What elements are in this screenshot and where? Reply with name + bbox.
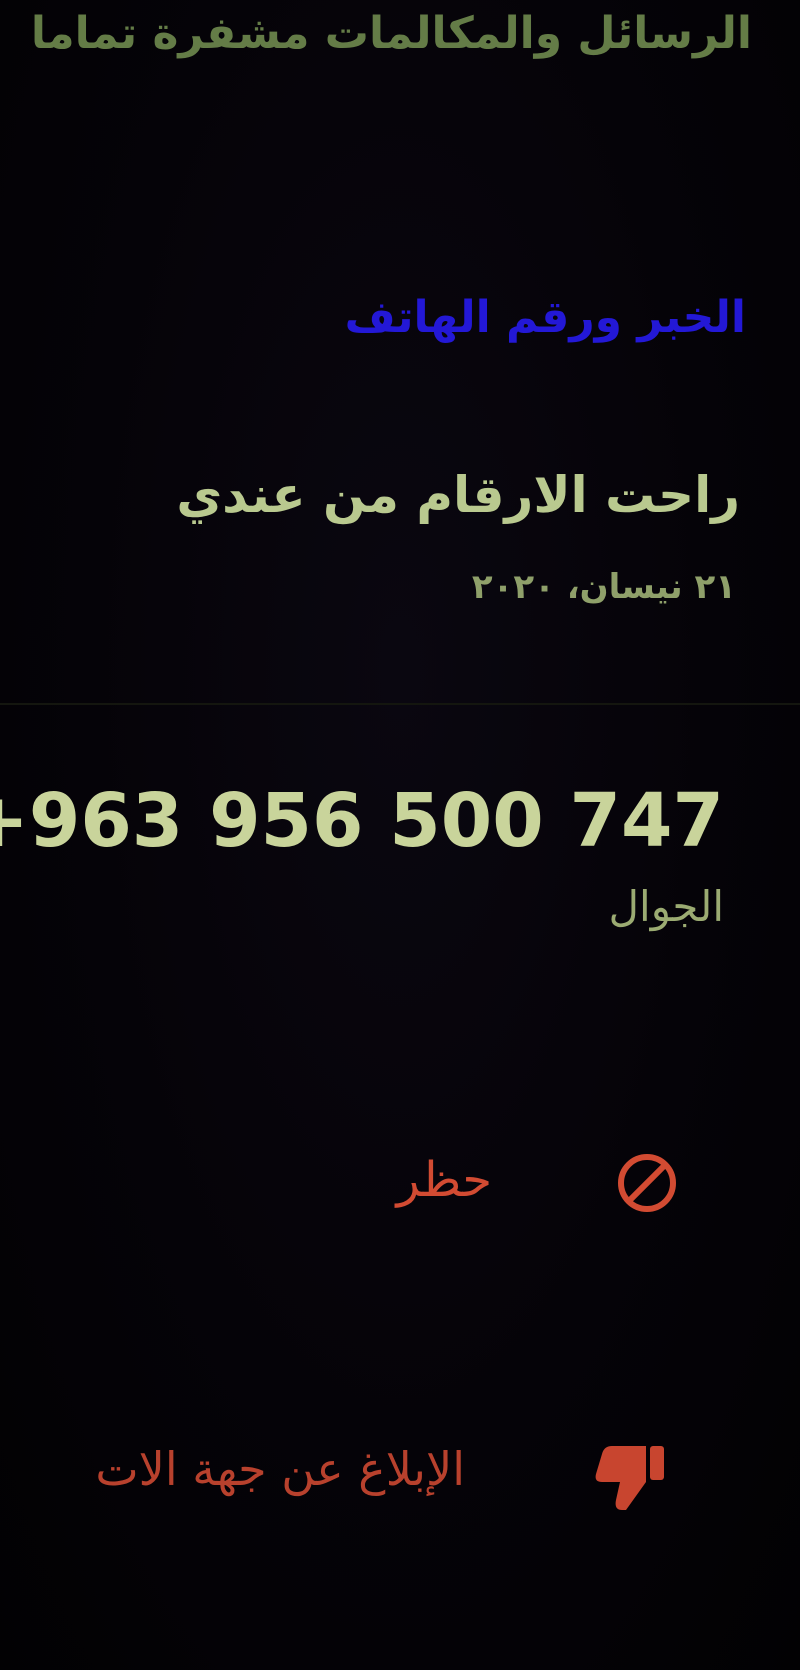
block-contact-button[interactable]: حظر	[110, 1140, 690, 1240]
encryption-note: الرسائل والمكالمات مشفرة تماما	[30, 8, 752, 59]
about-text[interactable]: راحت الارقام من عندي	[176, 466, 740, 524]
report-label: الإبلاغ عن جهة الات	[95, 1442, 465, 1496]
phone-type-label: الجوال	[608, 882, 724, 931]
thumbs-down-icon	[595, 1446, 664, 1510]
divider	[0, 703, 800, 705]
about-phone-section-title: الخبر ورقم الهاتف	[344, 292, 746, 343]
about-date: ٢١ نيسان، ٢٠٢٠	[471, 567, 736, 607]
phone-number[interactable]: +963 956 500 747	[0, 778, 724, 864]
block-label: حظر	[396, 1152, 492, 1208]
block-icon	[618, 1154, 676, 1212]
report-contact-button[interactable]: الإبلاغ عن جهة الات	[0, 1430, 670, 1530]
